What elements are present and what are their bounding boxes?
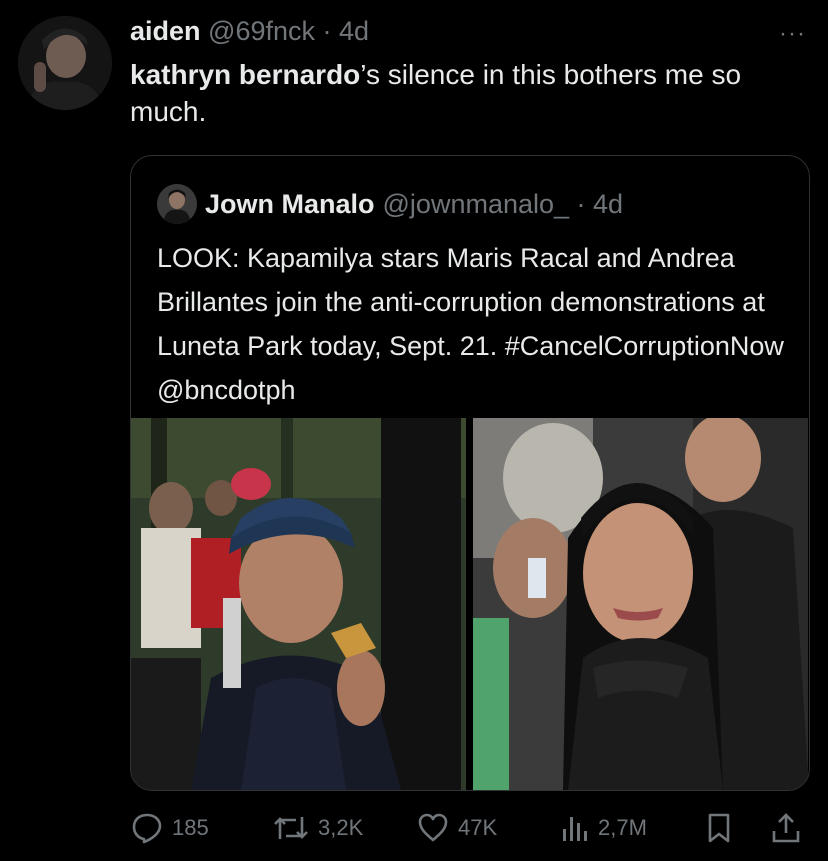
like-count: 47K	[458, 815, 498, 840]
quoted-author-handle: @jownmanalo_ · 4d	[383, 189, 624, 220]
repost-button[interactable]: 3,2K	[272, 808, 363, 848]
post-text: kathryn bernardo’s silence in this bothe…	[130, 56, 810, 130]
share-icon	[770, 811, 802, 845]
quoted-author-name: Jown Manalo	[205, 188, 375, 219]
post-header: aiden @69fnck · 4d	[130, 14, 768, 48]
heart-icon	[416, 811, 450, 845]
quoted-handle-text: @jownmanalo_	[382, 188, 570, 219]
reply-button[interactable]: 185	[130, 808, 209, 848]
reply-icon	[130, 811, 164, 845]
quoted-post[interactable]: Jown Manalo @jownmanalo_ · 4d LOOK: Kapa…	[130, 155, 810, 791]
views-button[interactable]: 2,7M	[560, 808, 647, 848]
post-time[interactable]: 4d	[339, 16, 369, 46]
reply-count: 185	[172, 815, 209, 840]
author-name[interactable]: aiden	[130, 16, 201, 46]
action-bar: 185 3,2K 47K 2,7M	[130, 808, 810, 848]
quoted-post-header: Jown Manalo @jownmanalo_ · 4d	[157, 184, 623, 224]
quoted-post-text: LOOK: Kapamilya stars Maris Racal and An…	[157, 243, 784, 405]
author-handle[interactable]: @69fnck	[208, 16, 315, 46]
bookmark-button[interactable]	[704, 808, 734, 848]
more-options-icon[interactable]: ···	[779, 22, 806, 46]
repost-icon	[272, 811, 310, 845]
like-button[interactable]: 47K	[416, 808, 497, 848]
views-icon	[560, 811, 590, 845]
photo-right[interactable]	[472, 418, 808, 790]
repost-count: 3,2K	[318, 815, 364, 840]
quoted-media-grid	[131, 418, 808, 790]
quoted-post-time: 4d	[593, 188, 624, 219]
author-avatar[interactable]	[18, 16, 112, 110]
post-text-bold: kathryn bernardo	[130, 59, 361, 90]
meta-separator: ·	[315, 16, 340, 46]
photo-left[interactable]	[131, 418, 467, 790]
quoted-author-avatar	[157, 184, 197, 224]
quoted-meta-separator: ·	[569, 188, 594, 219]
bookmark-icon	[704, 811, 734, 845]
share-button[interactable]	[770, 808, 802, 848]
views-count: 2,7M	[598, 815, 647, 840]
